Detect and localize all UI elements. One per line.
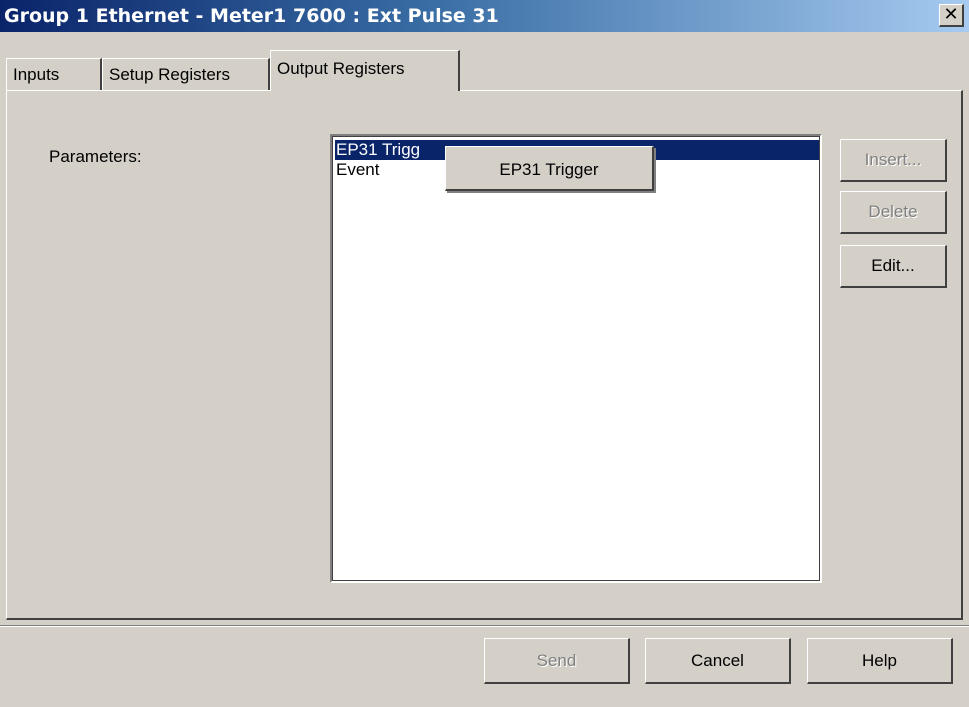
edit-button[interactable]: Edit... <box>840 245 947 288</box>
parameters-listbox[interactable]: EP31 Trigg Event <box>330 134 822 583</box>
parameters-label: Parameters: <box>49 147 142 166</box>
item-tooltip: EP31 Trigger <box>445 146 654 191</box>
tab-label: Inputs <box>13 65 60 84</box>
tab-label: Output Registers <box>277 59 405 78</box>
close-button[interactable]: ✕ <box>939 4 964 27</box>
window-title: Group 1 Ethernet - Meter1 7600 : Ext Pul… <box>4 5 499 27</box>
delete-button[interactable]: Delete <box>840 191 947 234</box>
cancel-button[interactable]: Cancel <box>645 638 791 684</box>
send-button[interactable]: Send <box>484 638 630 684</box>
help-button[interactable]: Help <box>807 638 953 684</box>
tab-setup-registers[interactable]: Setup Registers <box>102 58 270 90</box>
tab-output-registers[interactable]: Output Registers <box>270 50 460 91</box>
footer-separator <box>0 625 969 627</box>
tab-inputs[interactable]: Inputs <box>6 58 102 90</box>
close-icon: ✕ <box>943 4 959 25</box>
insert-button[interactable]: Insert... <box>840 139 947 182</box>
tab-label: Setup Registers <box>109 65 230 84</box>
list-item-event[interactable]: Event <box>335 160 379 180</box>
title-bar: Group 1 Ethernet - Meter1 7600 : Ext Pul… <box>0 0 969 32</box>
